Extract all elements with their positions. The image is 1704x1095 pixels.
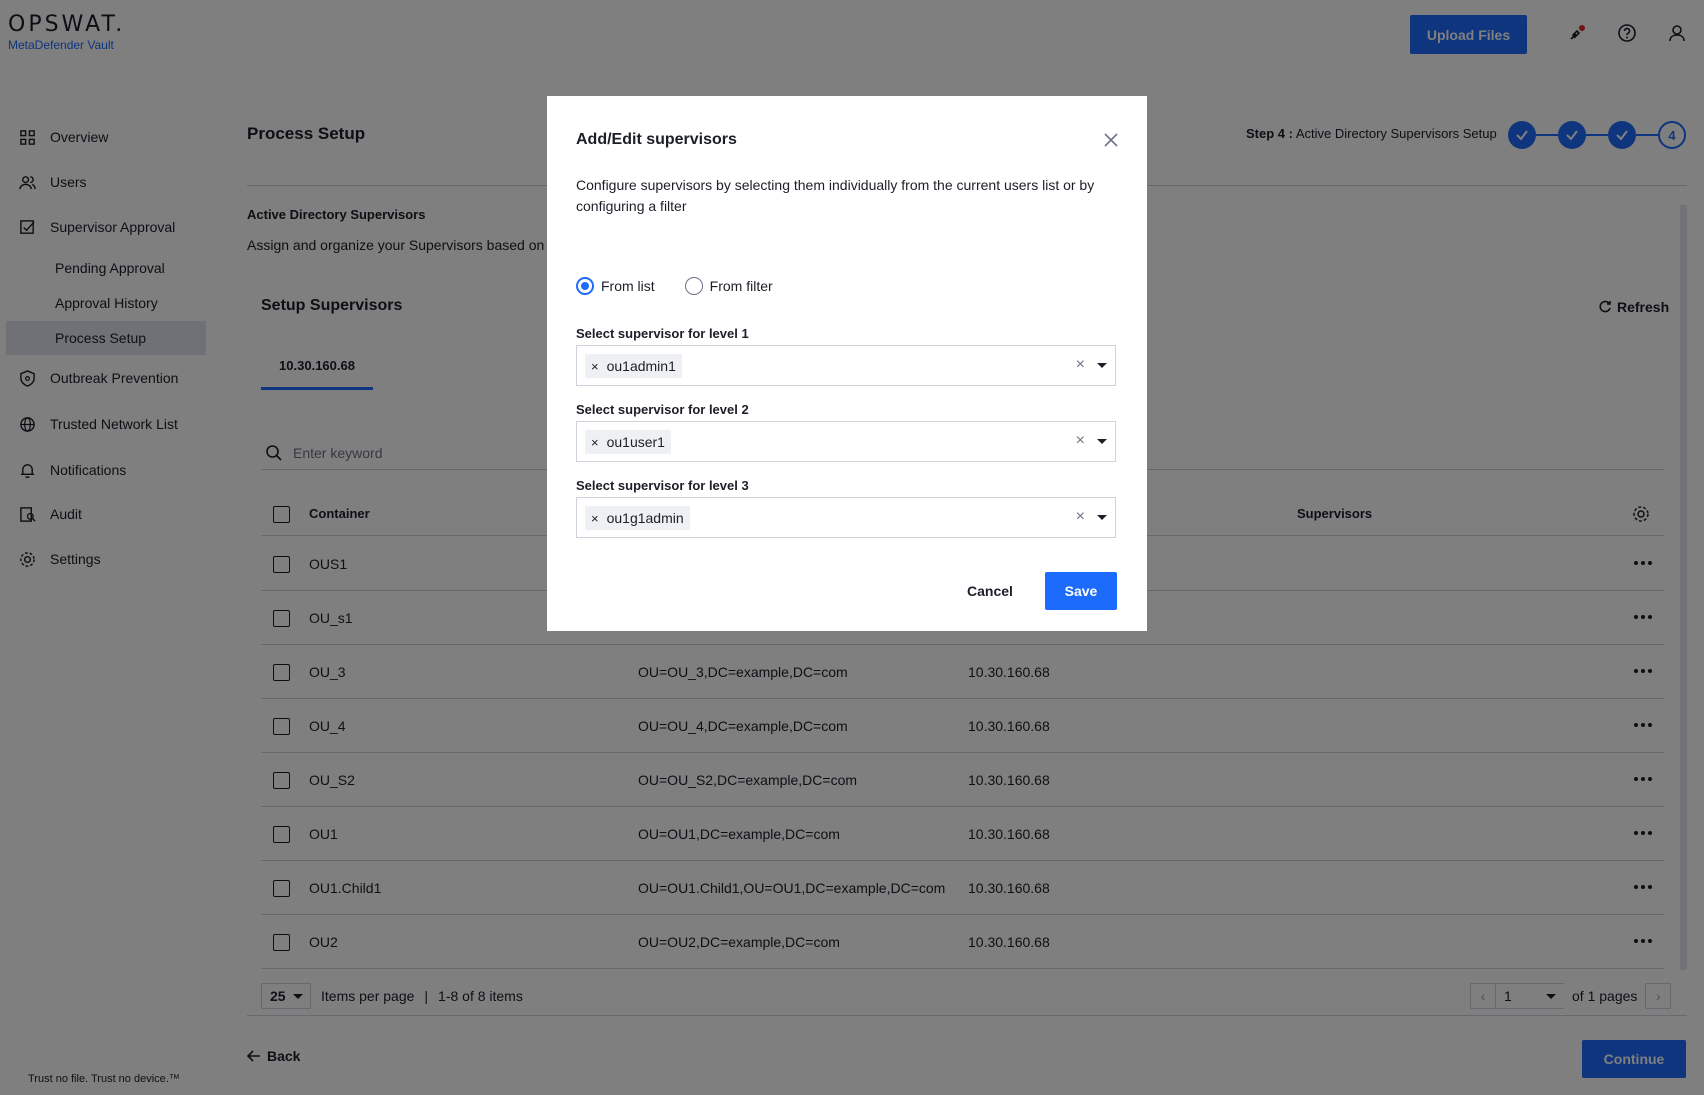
level-1-select[interactable]: × ou1admin1 ×	[576, 345, 1116, 386]
chip-label: ou1user1	[606, 434, 665, 450]
save-button[interactable]: Save	[1045, 572, 1117, 610]
close-icon[interactable]	[1103, 132, 1119, 148]
add-edit-supervisors-dialog: Add/Edit supervisors Configure superviso…	[547, 96, 1147, 631]
remove-chip-icon[interactable]: ×	[591, 511, 599, 526]
remove-chip-icon[interactable]: ×	[591, 435, 599, 450]
level-3-select[interactable]: × ou1g1admin ×	[576, 497, 1116, 538]
dialog-title: Add/Edit supervisors	[576, 131, 737, 148]
from-filter-label[interactable]: From filter	[710, 278, 773, 294]
selected-supervisor-chip: × ou1user1	[585, 430, 671, 454]
chevron-down-icon[interactable]	[1097, 439, 1107, 444]
level-2-label: Select supervisor for level 2	[576, 402, 749, 417]
chevron-down-icon[interactable]	[1097, 363, 1107, 368]
level-1-label: Select supervisor for level 1	[576, 326, 749, 341]
clear-selection-icon[interactable]: ×	[1076, 432, 1085, 450]
chip-label: ou1admin1	[606, 358, 676, 374]
from-list-radio[interactable]	[576, 277, 594, 295]
level-2-select[interactable]: × ou1user1 ×	[576, 421, 1116, 462]
source-radio-group: From list From filter	[576, 277, 803, 295]
level-3-label: Select supervisor for level 3	[576, 478, 749, 493]
clear-selection-icon[interactable]: ×	[1076, 508, 1085, 526]
from-filter-radio[interactable]	[684, 277, 703, 295]
clear-selection-icon[interactable]: ×	[1076, 356, 1085, 374]
from-list-label[interactable]: From list	[601, 278, 655, 294]
dialog-description: Configure supervisors by selecting them …	[576, 177, 1095, 214]
chevron-down-icon[interactable]	[1097, 515, 1107, 520]
chip-label: ou1g1admin	[606, 510, 684, 526]
cancel-button[interactable]: Cancel	[967, 572, 1013, 610]
selected-supervisor-chip: × ou1g1admin	[585, 506, 690, 530]
remove-chip-icon[interactable]: ×	[591, 359, 599, 374]
selected-supervisor-chip: × ou1admin1	[585, 354, 682, 378]
